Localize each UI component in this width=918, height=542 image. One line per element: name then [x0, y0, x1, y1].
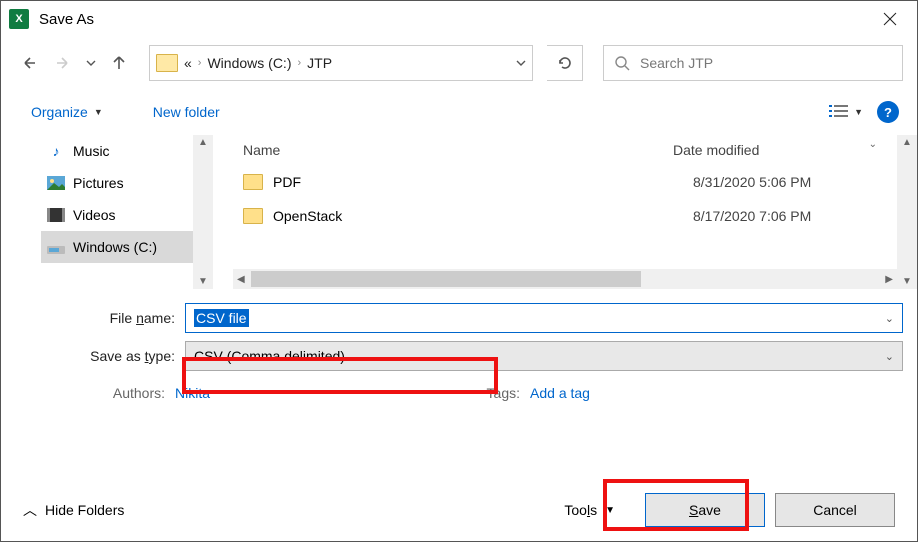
close-icon [883, 12, 897, 26]
type-label: Save as type: [15, 348, 185, 364]
music-icon: ♪ [47, 142, 65, 160]
sidebar-item-label: Pictures [73, 175, 124, 191]
filename-input[interactable]: CSV file ⌄ [185, 303, 903, 333]
file-name: OpenStack [273, 208, 693, 224]
arrow-up-icon [109, 53, 129, 73]
chevron-right-icon: › [297, 57, 301, 69]
close-button[interactable] [867, 2, 913, 36]
excel-icon: X [9, 9, 29, 29]
folder-icon [243, 208, 263, 224]
sidebar-item-label: Windows (C:) [73, 239, 157, 255]
main-area: ♪ Music Pictures Videos Windows (C:) ▲ ▼… [1, 135, 917, 289]
folder-icon [156, 54, 178, 72]
arrow-left-icon [21, 53, 41, 73]
vertical-scrollbar[interactable]: ▲ ▼ [897, 135, 917, 289]
hide-folders-button[interactable]: ︿ Hide Folders [23, 500, 124, 520]
chevron-down-icon [86, 58, 96, 68]
sidebar-scrollbar[interactable]: ▲ ▼ [193, 135, 213, 289]
search-input[interactable]: Search JTP [603, 45, 903, 81]
address-dropdown[interactable] [516, 55, 526, 71]
sidebar-item-videos[interactable]: Videos [41, 199, 213, 231]
save-as-type-select[interactable]: CSV (Comma delimited) ⌄ [185, 341, 903, 371]
file-date: 8/17/2020 7:06 PM [693, 208, 811, 224]
search-placeholder: Search JTP [640, 55, 713, 71]
column-headers: Name Date modified [213, 135, 917, 165]
chevron-down-icon[interactable]: ⌄ [885, 350, 894, 363]
new-folder-button[interactable]: New folder [153, 104, 220, 120]
chevron-up-icon: ︿ [23, 500, 37, 520]
crumb-drive[interactable]: Windows (C:) [207, 55, 291, 71]
chevron-down-icon: ▼ [605, 505, 615, 516]
chevron-down-icon [516, 58, 526, 68]
sidebar-item-label: Videos [73, 207, 116, 223]
sidebar-item-pictures[interactable]: Pictures [41, 167, 213, 199]
scroll-up-icon: ▲ [902, 137, 912, 148]
tools-label: Tools [564, 502, 597, 518]
scroll-down-icon: ▼ [198, 276, 208, 287]
address-bar[interactable]: « › Windows (C:) › JTP [149, 45, 533, 81]
toolbar: Organize ▼ New folder ▼ ? [1, 89, 917, 135]
filename-value: CSV file [194, 309, 249, 327]
hide-folders-label: Hide Folders [45, 502, 124, 518]
titlebar: X Save As [1, 1, 917, 37]
pictures-icon [47, 174, 65, 192]
filename-label: File name: [15, 310, 185, 326]
scroll-right-icon: ▶ [885, 274, 897, 285]
window-title: Save As [39, 11, 867, 28]
tags-value[interactable]: Add a tag [530, 385, 590, 401]
drive-icon [47, 238, 65, 256]
authors-value[interactable]: Nikita [175, 385, 210, 401]
chevron-down-icon[interactable]: ⌄ [885, 312, 894, 325]
view-options-button[interactable]: ▼ [828, 103, 863, 121]
cancel-button[interactable]: Cancel [775, 493, 895, 527]
sidebar-item-music[interactable]: ♪ Music [41, 135, 213, 167]
file-date: 8/31/2020 5:06 PM [693, 174, 811, 190]
scroll-left-icon: ◀ [233, 274, 249, 285]
tools-menu[interactable]: Tools ▼ [564, 502, 615, 518]
chevron-down-icon: ▼ [94, 107, 103, 117]
up-button[interactable] [107, 53, 131, 73]
scroll-up-icon: ▲ [198, 137, 208, 148]
organize-menu[interactable]: Organize ▼ [31, 104, 103, 120]
tags-label: Tags: [450, 385, 530, 401]
sidebar-item-drive-c[interactable]: Windows (C:) [41, 231, 213, 263]
file-name: PDF [273, 174, 693, 190]
horizontal-scrollbar[interactable]: ◀ ▶ [233, 269, 897, 289]
nav-row: « › Windows (C:) › JTP Search JTP [1, 37, 917, 89]
type-value: CSV (Comma delimited) [194, 348, 345, 364]
search-icon [614, 55, 630, 71]
save-button[interactable]: Save [645, 493, 765, 527]
forward-button[interactable] [51, 53, 75, 73]
column-name[interactable]: Name [243, 142, 673, 158]
file-row[interactable]: OpenStack 8/17/2020 7:06 PM [213, 199, 917, 233]
refresh-icon [556, 54, 574, 72]
recent-dropdown[interactable] [83, 58, 99, 68]
chevron-down-icon: ▼ [854, 107, 863, 117]
bottom-bar: ︿ Hide Folders Tools ▼ Save Cancel [1, 479, 917, 541]
form-area: File name: CSV file ⌄ Save as type: CSV … [1, 289, 917, 401]
meta-row: Authors: Nikita Tags: Add a tag [15, 379, 903, 401]
authors-label: Authors: [95, 385, 175, 401]
scroll-thumb[interactable] [251, 271, 641, 287]
organize-label: Organize [31, 104, 88, 120]
column-date[interactable]: Date modified [673, 142, 759, 158]
videos-icon [47, 206, 65, 224]
crumb-prefix: « [184, 55, 192, 71]
crumb-folder[interactable]: JTP [307, 55, 332, 71]
folder-icon [243, 174, 263, 190]
chevron-right-icon: › [198, 57, 202, 69]
arrow-right-icon [53, 53, 73, 73]
sidebar-item-label: Music [73, 143, 110, 159]
refresh-button[interactable] [547, 45, 583, 81]
scroll-down-icon: ▼ [902, 276, 912, 287]
file-pane: ⌄ Name Date modified PDF 8/31/2020 5:06 … [213, 135, 917, 289]
back-button[interactable] [19, 53, 43, 73]
column-dropdown[interactable]: ⌄ [869, 139, 877, 150]
file-row[interactable]: PDF 8/31/2020 5:06 PM [213, 165, 917, 199]
list-view-icon [828, 103, 850, 121]
sidebar: ♪ Music Pictures Videos Windows (C:) ▲ ▼ [1, 135, 213, 289]
help-button[interactable]: ? [877, 101, 899, 123]
